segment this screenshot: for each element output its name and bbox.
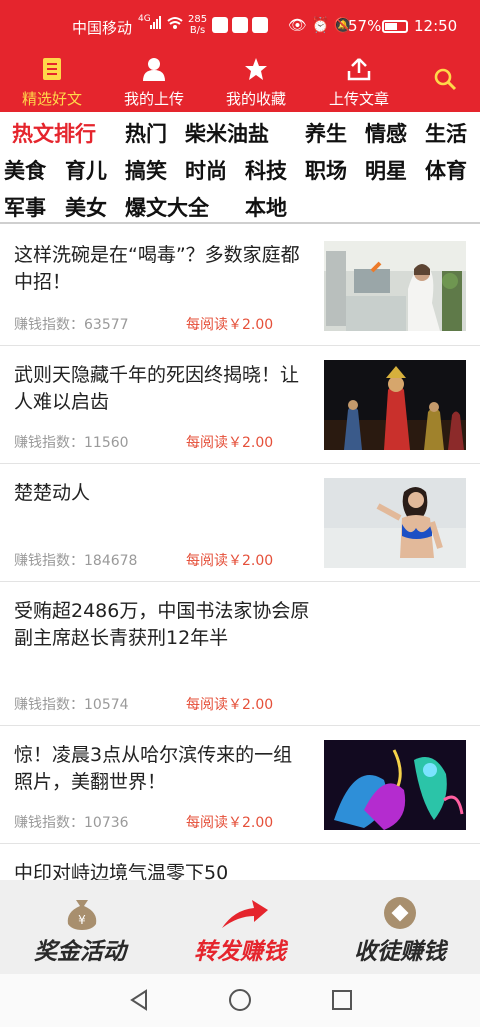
recents-icon[interactable] [331, 988, 353, 1016]
nav-my-favorites[interactable]: 我的收藏 [218, 46, 294, 112]
article-item[interactable]: 惊！凌晨3点从哈尔滨传来的一组照片，美翻世界！ 赚钱指数：10736 每阅读￥2… [0, 726, 480, 844]
article-title: 武则天隐藏千年的死因终揭晓！让人难以启齿 [14, 364, 300, 413]
search-button[interactable] [428, 46, 462, 112]
recruit-earn-label: 收徒赚钱 [354, 939, 446, 965]
nav-my-favorites-label: 我的收藏 [225, 90, 286, 108]
article-title: 这样洗碗是在“喝毒”？多数家庭都中招！ [14, 244, 300, 293]
article-thumbnail [324, 740, 466, 830]
category-funny[interactable]: 搞笑 [125, 155, 167, 185]
home-icon[interactable] [228, 988, 252, 1016]
reward-rate: 每阅读￥2.00 [186, 317, 274, 333]
earning-index: 赚钱指数：11560 [14, 435, 129, 451]
article-thumbnail [324, 241, 466, 331]
category-daily-life[interactable]: 柴米油盐 [185, 118, 269, 148]
status-bar: 中国移动 4G 285 B/s 👁⏰🔕 57% 12:50 [0, 0, 480, 46]
category-parenting[interactable]: 育儿 [65, 155, 107, 185]
article-title: 楚楚动人 [14, 482, 91, 504]
user-icon [141, 56, 167, 82]
document-icon [39, 56, 65, 82]
article-item[interactable]: 武则天隐藏千年的死因终揭晓！让人难以启齿 赚钱指数：11560 每阅读￥2.00 [0, 346, 480, 464]
category-food[interactable]: 美食 [4, 155, 46, 185]
nav-my-uploads-label: 我的上传 [123, 90, 184, 108]
battery-icon [382, 20, 408, 33]
recruit-earn-button[interactable]: 收徒赚钱 [320, 880, 480, 974]
star-icon [243, 56, 269, 82]
category-tabs: 热文排行 热门 柴米油盐 养生 情感 生活 美食 育儿 搞笑 时尚 科技 职场 … [0, 112, 480, 224]
category-celebrity[interactable]: 明星 [365, 155, 407, 185]
category-career[interactable]: 职场 [305, 155, 347, 185]
reward-rate: 每阅读￥2.00 [186, 553, 274, 569]
earning-index: 赚钱指数：10574 [14, 697, 129, 713]
status-icons: 👁⏰🔕 [288, 16, 357, 34]
article-item[interactable]: 楚楚动人 赚钱指数：184678 每阅读￥2.00 [0, 464, 480, 582]
bonus-activity-label: 奖金活动 [34, 939, 126, 965]
signal-icon: 4G [138, 12, 184, 35]
money-bag-icon: ¥ [64, 896, 100, 930]
back-icon[interactable] [128, 988, 150, 1016]
article-title: 惊！凌晨3点从哈尔滨传来的一组照片，美翻世界！ [14, 744, 293, 793]
article-feed: 这样洗碗是在“喝毒”？多数家庭都中招！ 赚钱指数：63577 每阅读￥2.00 … [0, 226, 480, 880]
article-title: 中印对峙边境气温零下50 [14, 862, 229, 880]
reward-rate: 每阅读￥2.00 [186, 697, 274, 713]
article-item[interactable]: 受贿超2486万，中国书法家协会原副主席赵长青获刑12年半 赚钱指数：10574… [0, 582, 480, 726]
article-title: 受贿超2486万，中国书法家协会原副主席赵长青获刑12年半 [14, 600, 310, 649]
reward-rate: 每阅读￥2.00 [186, 815, 274, 831]
svg-text:4G: 4G [138, 14, 151, 24]
category-military[interactable]: 军事 [4, 192, 46, 222]
category-hot-ranking[interactable]: 热文排行 [12, 118, 96, 148]
action-bar: ¥ 奖金活动 转发赚钱 收徒赚钱 [0, 880, 480, 974]
carrier-name: 中国移动 [72, 19, 133, 37]
category-fashion[interactable]: 时尚 [185, 155, 227, 185]
reward-rate: 每阅读￥2.00 [186, 435, 274, 451]
upload-icon [346, 56, 372, 82]
share-arrow-icon [220, 896, 270, 930]
category-health[interactable]: 养生 [305, 118, 347, 148]
category-life[interactable]: 生活 [425, 118, 467, 148]
net-speed: 285 B/s [188, 14, 208, 36]
clock: 12:50 [414, 17, 458, 35]
article-item[interactable]: 中印对峙边境气温零下50 [0, 844, 480, 880]
nav-featured-label: 精选好文 [21, 90, 82, 108]
category-tech[interactable]: 科技 [245, 155, 287, 185]
nav-upload-article-label: 上传文章 [328, 90, 389, 108]
share-earn-button[interactable]: 转发赚钱 [160, 880, 320, 974]
earning-index: 赚钱指数：184678 [14, 553, 138, 569]
article-thumbnail [324, 360, 466, 450]
category-sports[interactable]: 体育 [425, 155, 467, 185]
share-earn-label: 转发赚钱 [194, 939, 286, 965]
earning-index: 赚钱指数：63577 [14, 317, 129, 333]
coin-icon [382, 896, 418, 930]
system-nav-bar [0, 974, 480, 1027]
svg-text:¥: ¥ [78, 913, 86, 927]
category-popular[interactable]: 热门 [125, 118, 167, 148]
notification-app-icons [212, 17, 268, 33]
earning-index: 赚钱指数：10736 [14, 815, 129, 831]
search-icon [432, 66, 458, 92]
battery-percent: 57% [348, 17, 382, 35]
category-local[interactable]: 本地 [245, 192, 287, 222]
nav-my-uploads[interactable]: 我的上传 [116, 46, 192, 112]
category-viral[interactable]: 爆文大全 [125, 192, 209, 222]
article-thumbnail [324, 478, 466, 568]
category-emotion[interactable]: 情感 [365, 118, 407, 148]
bonus-activity-button[interactable]: ¥ 奖金活动 [0, 880, 160, 974]
category-beauty[interactable]: 美女 [65, 192, 107, 222]
nav-featured[interactable]: 精选好文 [14, 46, 90, 112]
top-nav: 精选好文 我的上传 我的收藏 上传文章 [0, 46, 480, 112]
article-item[interactable]: 这样洗碗是在“喝毒”？多数家庭都中招！ 赚钱指数：63577 每阅读￥2.00 [0, 226, 480, 346]
nav-upload-article[interactable]: 上传文章 [321, 46, 397, 112]
